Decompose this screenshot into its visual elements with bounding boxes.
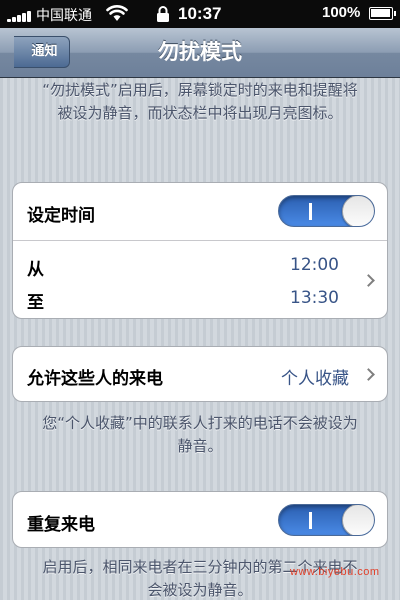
back-button[interactable]: 通知 — [14, 36, 70, 68]
battery-icon — [369, 7, 396, 20]
repeated-calls-toggle[interactable] — [278, 504, 375, 536]
allow-calls-group: 允许这些人的来电 个人收藏 — [12, 346, 388, 402]
navigation-bar: 勿扰模式 通知 — [0, 28, 400, 78]
allow-calls-label: 允许这些人的来电 — [27, 369, 163, 389]
time-range-cell[interactable]: 从 12:00 至 13:30 — [13, 240, 387, 318]
battery-fill — [371, 9, 390, 17]
repeated-calls-label: 重复来电 — [27, 515, 95, 535]
battery-percent: 100% — [322, 4, 361, 21]
status-time: 10:37 — [178, 4, 222, 23]
repeated-calls-cell: 重复来电 — [13, 492, 387, 547]
allow-calls-value: 个人收藏 — [281, 369, 349, 389]
lock-icon — [157, 6, 169, 22]
to-time: 13:30 — [290, 288, 339, 308]
chevron-right-icon — [362, 274, 375, 287]
repeated-calls-group: 重复来电 — [12, 491, 388, 548]
signal-strength-icon — [7, 10, 31, 22]
wifi-icon — [106, 5, 128, 21]
dnd-description: “勿扰模式”启用后，屏幕锁定时的来电和提醒将被设为静音，而状态栏中将出现月亮图标… — [42, 81, 358, 122]
schedule-cell: 设定时间 — [13, 183, 387, 240]
allow-calls-note: 您“个人收藏”中的联系人打来的电话不会被设为静音。 — [42, 414, 358, 455]
toggle-knob — [342, 505, 374, 535]
allow-calls-cell[interactable]: 允许这些人的来电 个人收藏 — [13, 347, 387, 401]
toggle-knob — [342, 196, 374, 226]
to-label: 至 — [27, 293, 44, 313]
toggle-on-icon — [309, 203, 312, 220]
from-time: 12:00 — [290, 255, 339, 275]
from-label: 从 — [27, 260, 44, 280]
schedule-label: 设定时间 — [27, 206, 95, 226]
schedule-toggle[interactable] — [278, 195, 375, 227]
back-button-label: 通知 — [31, 44, 58, 59]
toggle-on-icon — [309, 512, 312, 529]
repeated-calls-note: 启用后，相同来电者在三分钟内的第二个来电不会被设为静音。 — [42, 558, 358, 599]
carrier-name: 中国联通 — [36, 7, 92, 23]
watermark: www.biyebu.com — [290, 566, 380, 578]
status-bar: 中国联通 10:37 100% — [0, 0, 400, 28]
schedule-group: 设定时间 从 12:00 至 13:30 — [12, 182, 388, 319]
chevron-right-icon — [362, 368, 375, 381]
